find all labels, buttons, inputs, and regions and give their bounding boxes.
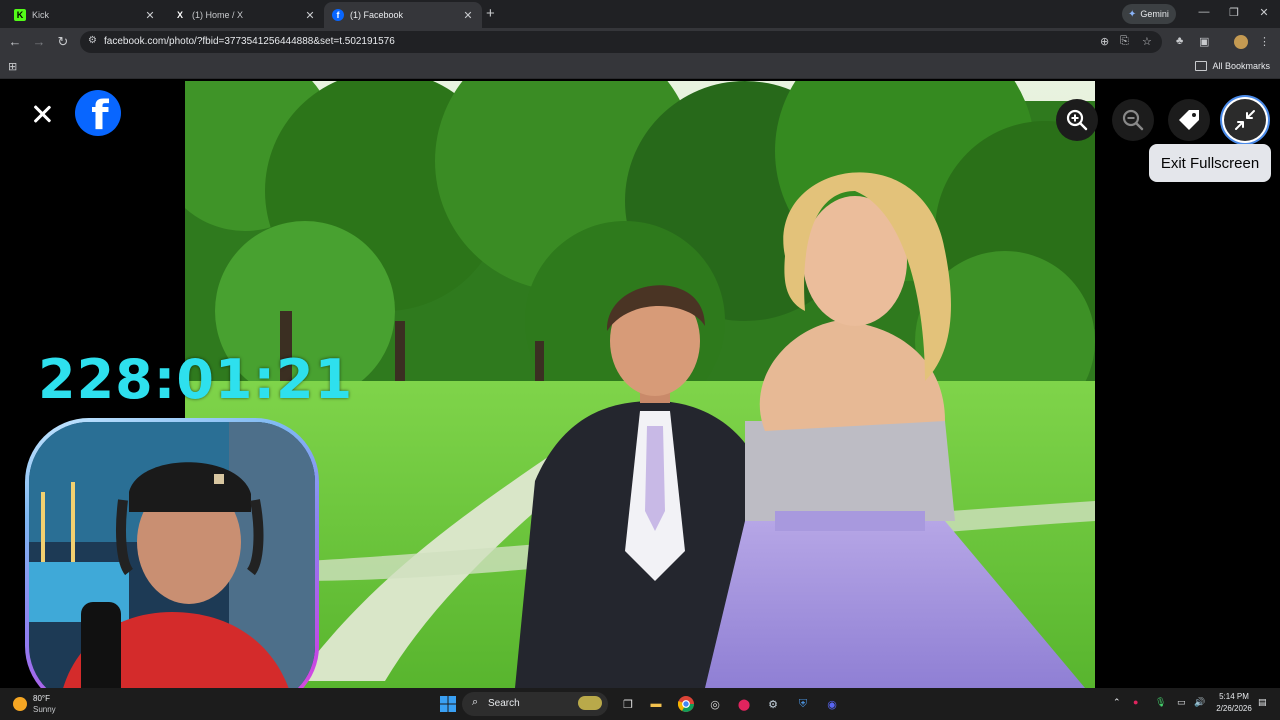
weather-condition[interactable]: Sunny — [33, 705, 56, 714]
close-window-button[interactable]: ✕ — [1254, 6, 1274, 19]
browser-toolbar: ← → ↻ ⚙ facebook.com/photo/?fbid=3773541… — [0, 28, 1280, 56]
bookmark-star-icon[interactable]: ☆ — [1142, 35, 1152, 48]
task-view-icon[interactable]: ❐ — [619, 695, 637, 713]
zoom-out-icon — [1122, 109, 1144, 131]
steam-icon[interactable]: ⚙ — [764, 695, 782, 713]
folder-icon — [1195, 61, 1208, 71]
extensions-icon[interactable]: ♣ — [1176, 35, 1183, 47]
microphone-icon[interactable]: 🎙 — [1155, 697, 1166, 708]
tab-x[interactable]: X (1) Home / X ✕ — [166, 2, 324, 28]
exit-fullscreen-tooltip: Exit Fullscreen — [1149, 144, 1271, 182]
zoom-in-icon — [1066, 109, 1088, 131]
forward-arrow-icon[interactable]: → — [31, 34, 47, 50]
close-tab-icon[interactable]: ✕ — [304, 9, 316, 22]
all-bookmarks-button[interactable]: All Bookmarks — [1195, 61, 1270, 71]
address-bar[interactable]: ⚙ facebook.com/photo/?fbid=3773541256444… — [80, 31, 1162, 53]
reload-icon[interactable]: ↻ — [55, 34, 71, 50]
tag-photo-button[interactable] — [1168, 99, 1210, 141]
search-label: Search — [488, 698, 520, 709]
shield-app-icon[interactable]: ⛨ — [794, 695, 812, 713]
tab-title: (1) Home / X — [192, 10, 244, 20]
close-viewer-icon[interactable] — [30, 102, 54, 126]
stream-timer: 228:01:21 — [38, 348, 354, 411]
exit-fullscreen-icon — [1235, 110, 1255, 130]
gemini-button[interactable]: ✦ Gemini — [1122, 4, 1176, 24]
taskbar-search[interactable]: ⌕ Search — [462, 692, 608, 716]
x-icon: X — [176, 10, 183, 20]
install-app-icon[interactable]: ⎘ — [1120, 35, 1129, 48]
tab-title: (1) Facebook — [350, 10, 404, 20]
webcam-feed-image — [29, 422, 315, 706]
tray-chevron-up-icon[interactable]: ⌃ — [1113, 697, 1121, 708]
zoom-in-button[interactable] — [1056, 99, 1098, 141]
close-tab-icon[interactable]: ✕ — [462, 9, 474, 22]
tab-kick[interactable]: K Kick ✕ — [6, 2, 164, 28]
file-explorer-icon[interactable]: ▬ — [647, 695, 665, 713]
back-arrow-icon[interactable]: ← — [7, 34, 23, 50]
new-tab-button[interactable]: + — [486, 6, 495, 21]
volume-icon[interactable]: 🔊 — [1194, 697, 1205, 708]
search-highlight-icon — [578, 696, 602, 710]
site-info-icon[interactable]: ⚙ — [88, 35, 97, 46]
zoom-icon[interactable]: ⊕ — [1100, 35, 1109, 48]
obs-icon[interactable]: ◎ — [706, 695, 724, 713]
clock-date[interactable]: 2/26/2026 — [1210, 704, 1258, 713]
gemini-label: Gemini — [1140, 9, 1169, 19]
all-bookmarks-label: All Bookmarks — [1212, 61, 1270, 71]
chrome-icon[interactable] — [677, 695, 695, 713]
notifications-icon[interactable]: ▤ — [1258, 697, 1267, 708]
tag-icon — [1179, 110, 1199, 130]
sun-weather-icon[interactable] — [13, 697, 27, 711]
kick-icon: K — [14, 9, 26, 21]
zoom-out-button[interactable] — [1112, 99, 1154, 141]
menu-kebab-icon[interactable]: ⋮ — [1259, 35, 1270, 48]
search-icon: ⌕ — [472, 696, 479, 708]
profile-avatar[interactable] — [1234, 35, 1248, 49]
location-pin-icon[interactable]: ⬤ — [735, 695, 753, 713]
close-tab-icon[interactable]: ✕ — [144, 9, 156, 22]
side-panel-icon[interactable]: ▣ — [1199, 35, 1209, 48]
network-icon[interactable]: ▭ — [1177, 697, 1186, 708]
minimize-button[interactable]: — — [1194, 6, 1214, 18]
tab-strip: K Kick ✕ X (1) Home / X ✕ f (1) Facebook… — [0, 0, 1280, 28]
tab-title: Kick — [32, 10, 50, 20]
discord-icon[interactable]: ◉ — [823, 695, 841, 713]
facebook-logo[interactable]: f — [75, 90, 121, 136]
webcam-overlay — [25, 418, 319, 710]
bookmarks-bar: ⊞ All Bookmarks — [0, 56, 1280, 79]
weather-temperature[interactable]: 80°F — [33, 694, 50, 703]
gemini-sparkle-icon: ✦ — [1128, 8, 1137, 20]
restore-button[interactable]: ❐ — [1224, 6, 1244, 19]
windows-start-icon[interactable] — [439, 695, 457, 713]
windows-taskbar: 80°F Sunny ⌕ Search ❐ ▬ ◎ ⬤ ⚙ ⛨ ◉ ⌃ ● 🎙 … — [0, 688, 1280, 720]
clock-time[interactable]: 5:14 PM — [1214, 692, 1254, 701]
facebook-icon: f — [332, 9, 344, 21]
tab-facebook[interactable]: f (1) Facebook ✕ — [324, 2, 482, 28]
exit-fullscreen-button[interactable] — [1224, 99, 1266, 141]
apps-grid-icon[interactable]: ⊞ — [8, 60, 17, 73]
url-text[interactable]: facebook.com/photo/?fbid=377354125644488… — [104, 36, 395, 47]
tray-app-icon[interactable]: ● — [1133, 697, 1138, 707]
